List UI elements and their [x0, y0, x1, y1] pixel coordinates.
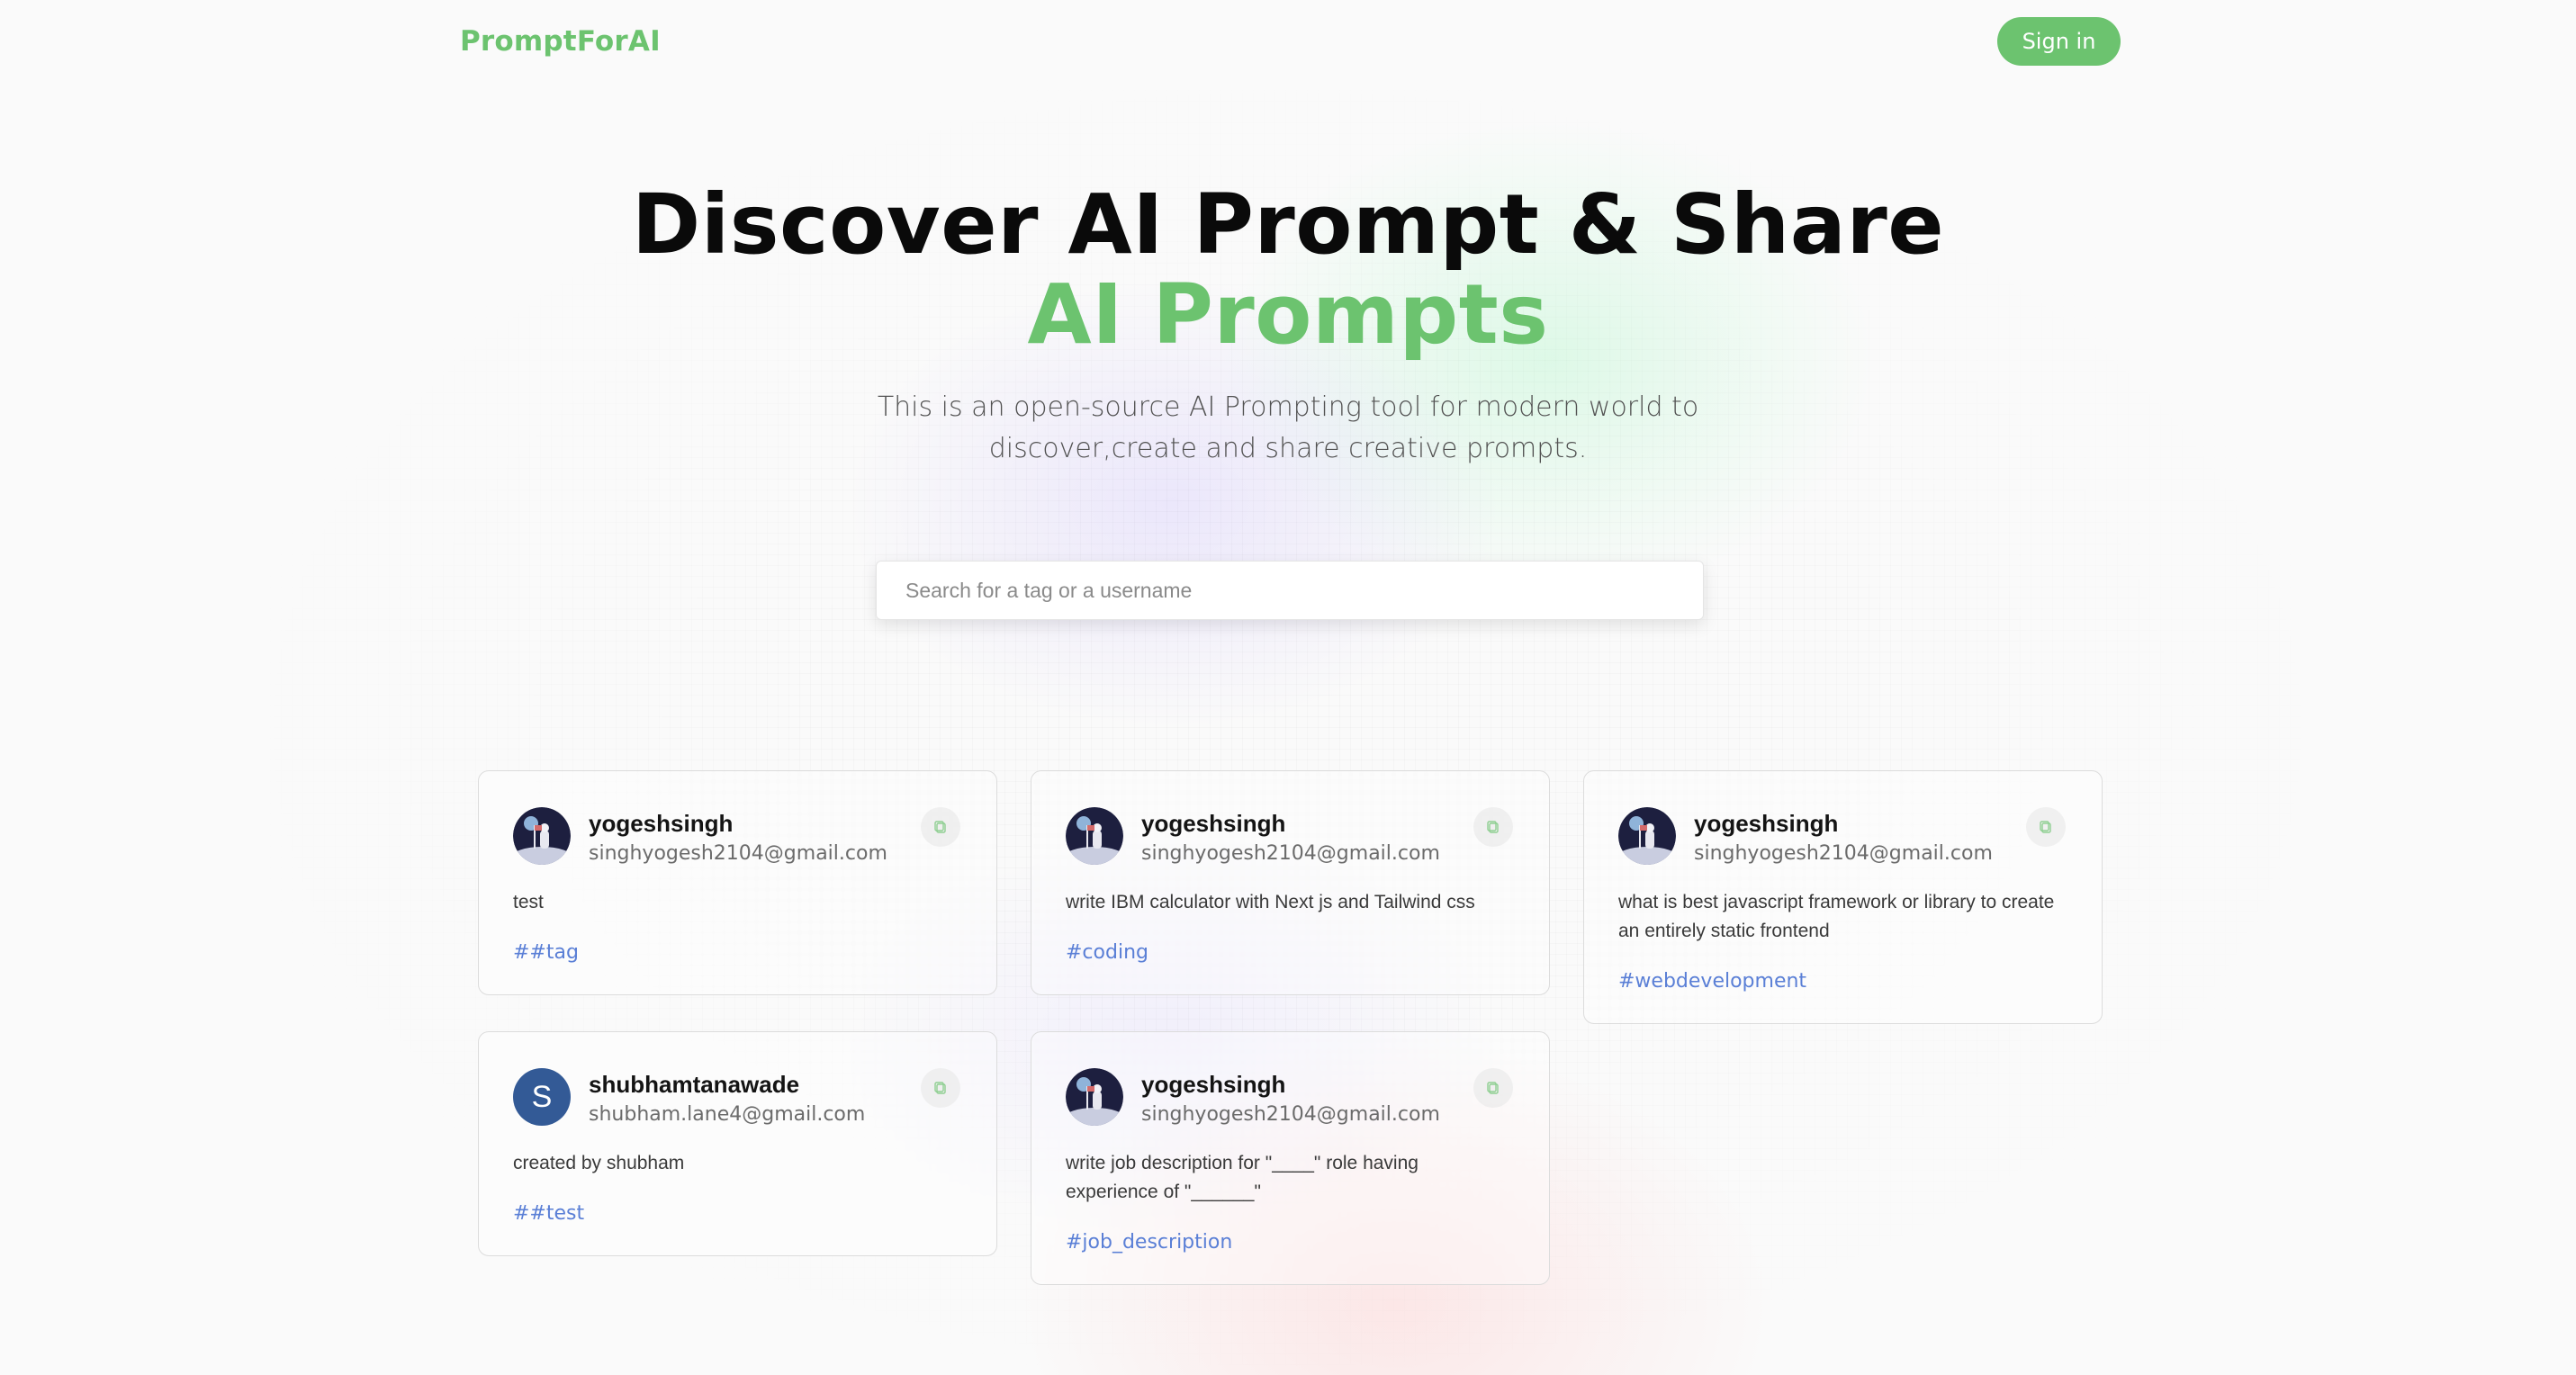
- card-header: yogeshsingh singhyogesh2104@gmail.com: [1066, 1068, 1513, 1128]
- prompt-text: write job description for "____" role ha…: [1066, 1153, 1419, 1202]
- hero-subtitle: This is an open-source AI Prompting tool…: [877, 391, 1699, 464]
- user-email: singhyogesh2104@gmail.com: [1141, 842, 1440, 865]
- astronaut-avatar-icon[interactable]: [1618, 807, 1676, 865]
- prompt-tag[interactable]: #webdevelopment: [1618, 967, 1806, 996]
- card-header: S shubhamtanawade shubham.lane4@gmail.co…: [513, 1068, 960, 1128]
- hero-section: Discover AI Prompt & Share AI Prompts Th…: [0, 180, 2576, 470]
- copy-button[interactable]: [1473, 807, 1513, 847]
- astronaut-avatar-icon[interactable]: [1066, 1068, 1123, 1126]
- prompt-text: what is best javascript framework or lib…: [1618, 892, 2055, 941]
- prompt-card: yogeshsingh singhyogesh2104@gmail.com te…: [478, 770, 997, 995]
- username[interactable]: yogeshsingh: [1141, 809, 1440, 838]
- prompt-card: yogeshsingh singhyogesh2104@gmail.com wr…: [1031, 1031, 1550, 1285]
- prompt-text: write IBM calculator with Next js and Ta…: [1066, 892, 1475, 912]
- card-header: yogeshsingh singhyogesh2104@gmail.com: [1066, 807, 1513, 867]
- prompt-text: test: [513, 892, 544, 912]
- search-input[interactable]: [877, 562, 1703, 619]
- card-header: yogeshsingh singhyogesh2104@gmail.com: [513, 807, 960, 867]
- card-header: yogeshsingh singhyogesh2104@gmail.com: [1618, 807, 2066, 867]
- username[interactable]: yogeshsingh: [589, 809, 887, 838]
- username[interactable]: yogeshsingh: [1141, 1070, 1440, 1099]
- page: PromptForAI Sign in Discover AI Prompt &…: [0, 0, 2576, 1375]
- user-email: singhyogesh2104@gmail.com: [1141, 1103, 1440, 1126]
- prompt-card: yogeshsingh singhyogesh2104@gmail.com wr…: [1031, 770, 1550, 995]
- user-info: yogeshsingh singhyogesh2104@gmail.com: [589, 807, 887, 868]
- copy-button[interactable]: [2026, 807, 2066, 847]
- prompt-tag[interactable]: ##test: [513, 1200, 584, 1228]
- top-nav: PromptForAI Sign in: [460, 16, 2121, 67]
- user-email: shubham.lane4@gmail.com: [589, 1103, 866, 1126]
- hero-title-accent: AI Prompts: [1027, 266, 1549, 363]
- prompt-tag[interactable]: #job_description: [1066, 1228, 1232, 1257]
- copy-button[interactable]: [921, 1068, 960, 1108]
- user-info: yogeshsingh singhyogesh2104@gmail.com: [1141, 807, 1440, 868]
- logo[interactable]: PromptForAI: [460, 25, 661, 58]
- copy-icon: [934, 1082, 946, 1094]
- username[interactable]: yogeshsingh: [1694, 809, 1993, 838]
- hero-title-line1: Discover AI Prompt & Share: [631, 176, 1945, 273]
- search-bar: [876, 561, 1704, 620]
- astronaut-avatar-icon[interactable]: [513, 807, 571, 865]
- astronaut-avatar-icon[interactable]: [1066, 807, 1123, 865]
- copy-icon: [1487, 821, 1499, 833]
- prompt-card: yogeshsingh singhyogesh2104@gmail.com wh…: [1583, 770, 2103, 1024]
- copy-button[interactable]: [1473, 1068, 1513, 1108]
- copy-icon: [2040, 821, 2051, 833]
- username[interactable]: shubhamtanawade: [589, 1070, 865, 1099]
- user-info: yogeshsingh singhyogesh2104@gmail.com: [1694, 807, 1993, 868]
- user-info: yogeshsingh singhyogesh2104@gmail.com: [1141, 1068, 1440, 1129]
- copy-button[interactable]: [921, 807, 960, 847]
- prompt-tag[interactable]: ##tag: [513, 939, 579, 967]
- copy-icon: [1487, 1082, 1499, 1094]
- prompt-tag[interactable]: #coding: [1066, 939, 1148, 967]
- prompt-text: created by shubham: [513, 1153, 685, 1173]
- sign-in-button[interactable]: Sign in: [1997, 17, 2121, 66]
- user-email: singhyogesh2104@gmail.com: [589, 842, 887, 865]
- copy-icon: [934, 821, 946, 833]
- user-info: shubhamtanawade shubham.lane4@gmail.com: [589, 1068, 865, 1129]
- letter-avatar[interactable]: S: [513, 1068, 571, 1126]
- hero-title: Discover AI Prompt & Share AI Prompts: [0, 180, 2576, 360]
- prompt-card: S shubhamtanawade shubham.lane4@gmail.co…: [478, 1031, 997, 1256]
- user-email: singhyogesh2104@gmail.com: [1694, 842, 1993, 865]
